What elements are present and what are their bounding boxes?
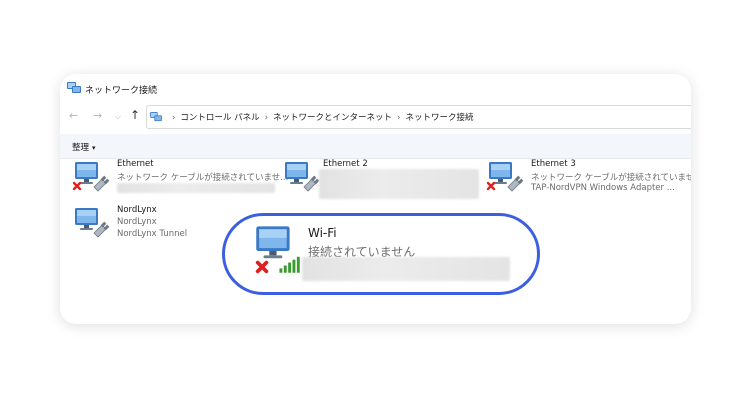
connection-wifi[interactable]: Wi-Fi 接続されていません bbox=[245, 222, 515, 284]
breadcrumb-network-internet[interactable]: ネットワークとインターネット bbox=[273, 113, 392, 123]
address-bar: ← → ⌵ ↑ › コントロール パネル › ネットワークとインターネット › ネットワー… bbox=[60, 104, 691, 130]
connection-nordlynx[interactable]: NordLynx NordLynx NordLynx Tunnel bbox=[72, 205, 212, 249]
breadcrumb-network-connections[interactable]: ネットワーク接続 bbox=[405, 113, 473, 123]
red-x-icon bbox=[255, 260, 269, 274]
connection-ethernet-2[interactable]: Ethernet 2 bbox=[282, 159, 482, 203]
network-connection-icon bbox=[285, 162, 320, 192]
network-connection-icon bbox=[255, 226, 300, 274]
connection-status: NordLynx bbox=[117, 217, 157, 227]
connection-name: NordLynx bbox=[117, 205, 157, 215]
breadcrumb-separator: › bbox=[172, 113, 176, 123]
redacted-device-name bbox=[117, 183, 275, 193]
command-bar: 整理 ▾ bbox=[60, 134, 691, 159]
organize-button[interactable]: 整理 ▾ bbox=[72, 141, 96, 153]
red-x-icon bbox=[486, 181, 496, 191]
up-arrow-icon[interactable]: ↑ bbox=[130, 108, 140, 122]
window-title: ネットワーク接続 bbox=[85, 86, 158, 96]
network-connections-icon bbox=[67, 82, 81, 93]
recent-locations-icon[interactable]: ⌵ bbox=[115, 110, 121, 124]
connection-name: Wi-Fi bbox=[308, 226, 337, 240]
breadcrumb-control-panel[interactable]: コントロール パネル bbox=[180, 113, 259, 123]
connection-status: ネットワーク ケーブルが接続されていませ... bbox=[531, 173, 691, 183]
connection-ethernet-3[interactable]: Ethernet 3 ネットワーク ケーブルが接続されていませ... TAP-N… bbox=[486, 159, 691, 203]
connection-device: TAP-NordVPN Windows Adapter ... bbox=[531, 183, 675, 193]
connection-device: NordLynx Tunnel bbox=[117, 229, 188, 239]
redacted-device-name bbox=[302, 257, 510, 281]
title-bar: ネットワーク接続 bbox=[60, 74, 691, 104]
forward-arrow-icon[interactable]: → bbox=[93, 109, 102, 123]
organize-label: 整理 bbox=[72, 143, 90, 153]
connection-name: Ethernet 3 bbox=[531, 159, 576, 169]
breadcrumb-separator: › bbox=[264, 113, 269, 123]
connection-name: Ethernet 2 bbox=[323, 159, 368, 169]
connection-status: ネットワーク ケーブルが接続されていませ... bbox=[117, 173, 289, 183]
control-panel-icon bbox=[150, 112, 162, 122]
network-connection-icon bbox=[486, 162, 524, 192]
connection-name: Ethernet bbox=[117, 159, 154, 169]
address-field[interactable]: › コントロール パネル › ネットワークとインターネット › ネットワーク接続 bbox=[146, 105, 691, 129]
chevron-down-icon: ▾ bbox=[92, 144, 96, 152]
breadcrumb: › コントロール パネル › ネットワークとインターネット › ネットワーク接続 bbox=[167, 111, 473, 123]
network-connection-icon bbox=[72, 162, 110, 192]
network-connection-icon bbox=[75, 208, 110, 238]
redacted-connection-details bbox=[319, 169, 479, 199]
wifi-signal-icon bbox=[279, 256, 300, 273]
connection-ethernet[interactable]: Ethernet ネットワーク ケーブルが接続されていませ... bbox=[72, 159, 288, 203]
breadcrumb-separator: › bbox=[397, 113, 401, 123]
back-arrow-icon[interactable]: ← bbox=[69, 109, 78, 123]
red-x-icon bbox=[72, 181, 82, 191]
